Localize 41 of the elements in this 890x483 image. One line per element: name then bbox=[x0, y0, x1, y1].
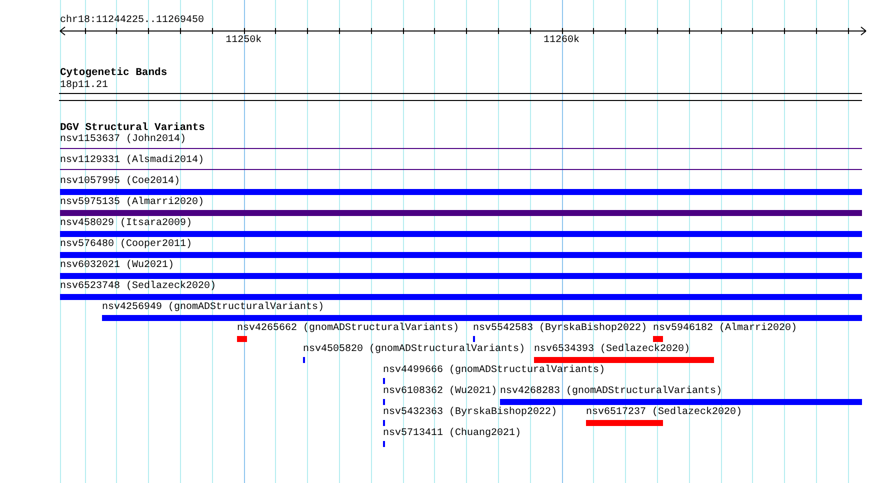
feature-label[interactable]: nsv5432363 (ByrskaBishop2022) bbox=[383, 407, 558, 419]
variant-bar[interactable] bbox=[653, 336, 663, 342]
track-title: Cytogenetic Bands bbox=[60, 67, 168, 79]
tick-label: 11250k bbox=[226, 35, 262, 47]
location-label: chr18:11244225..11269450 bbox=[60, 15, 204, 27]
variant-bar[interactable] bbox=[500, 399, 862, 405]
feature-label[interactable]: nsv1057995 (Coe2014) bbox=[60, 176, 180, 188]
feature-label[interactable]: 18p11.21 bbox=[60, 80, 108, 92]
variant-line[interactable] bbox=[60, 169, 862, 170]
feature-label[interactable]: nsv458029 (Itsara2009) bbox=[60, 218, 192, 230]
variant-bar[interactable] bbox=[60, 210, 862, 216]
feature-label[interactable]: nsv4256949 (gnomADStructuralVariants) bbox=[102, 302, 324, 314]
variant-bar[interactable] bbox=[237, 336, 247, 342]
feature-label[interactable]: nsv4505820 (gnomADStructuralVariants) bbox=[303, 344, 526, 356]
variant-bar[interactable] bbox=[534, 357, 714, 363]
feature-label[interactable]: nsv5713411 (Chuang2021) bbox=[383, 428, 522, 440]
track-title: DGV Structural Variants bbox=[60, 122, 205, 134]
variant-bar[interactable] bbox=[60, 294, 862, 300]
variant-bar[interactable] bbox=[60, 252, 862, 258]
feature-label[interactable]: nsv6534393 (Sedlazeck2020) bbox=[534, 344, 690, 356]
feature-label[interactable]: nsv6517237 (Sedlazeck2020) bbox=[586, 407, 742, 419]
feature-label[interactable]: nsv6032021 (Wu2021) bbox=[60, 260, 174, 272]
feature-label[interactable]: nsv576480 (Cooper2011) bbox=[60, 239, 192, 251]
feature-label[interactable]: nsv5946182 (Almarri2020) bbox=[653, 323, 798, 335]
feature-label[interactable]: nsv4268283 (gnomADStructuralVariants) bbox=[500, 386, 722, 398]
tick-label: 11260k bbox=[544, 35, 580, 47]
variant-bar[interactable] bbox=[60, 189, 862, 195]
variant-bar[interactable] bbox=[60, 231, 862, 237]
cytoband-bar[interactable] bbox=[59, 93, 862, 101]
feature-label[interactable]: nsv4265662 (gnomADStructuralVariants) bbox=[237, 323, 460, 335]
variant-line[interactable] bbox=[60, 148, 862, 149]
feature-label[interactable]: nsv5542583 (ByrskaBishop2022) bbox=[473, 323, 648, 335]
feature-label[interactable]: nsv4499666 (gnomADStructuralVariants) bbox=[383, 365, 606, 377]
variant-bar[interactable] bbox=[102, 315, 862, 321]
feature-label[interactable]: nsv6108362 (Wu2021) bbox=[383, 386, 498, 398]
feature-label[interactable]: nsv6523748 (Sedlazeck2020) bbox=[60, 281, 216, 293]
feature-label[interactable]: nsv5975135 (Almarri2020) bbox=[60, 197, 204, 209]
variant-bar[interactable] bbox=[60, 273, 862, 279]
variant-bar[interactable] bbox=[586, 420, 663, 426]
feature-label[interactable]: nsv1129331 (Alsmadi2014) bbox=[60, 155, 204, 167]
feature-label[interactable]: nsv1153637 (John2014) bbox=[60, 134, 186, 146]
